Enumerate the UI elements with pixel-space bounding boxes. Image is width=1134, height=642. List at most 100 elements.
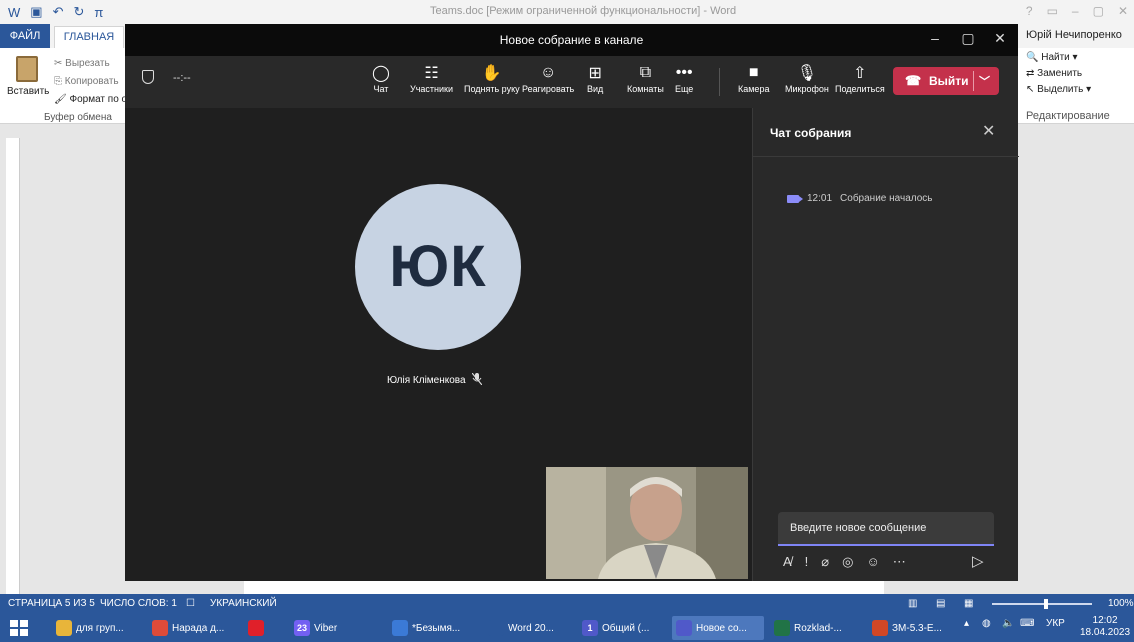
cut-button[interactable]: ✂ Вырезать: [54, 58, 110, 69]
restore-icon[interactable]: ▢: [1093, 4, 1104, 18]
taskbar-item-label: Word 20...: [508, 622, 554, 634]
folder-icon: [56, 620, 72, 636]
toolbar-button-react[interactable]: ☺ Реагировать: [522, 62, 574, 94]
toolbar-label: Участники: [410, 84, 453, 94]
leave-divider: [973, 71, 974, 91]
status-bar: СТРАНИЦА 5 ИЗ 5 ЧИСЛО СЛОВ: 1 ☐ УКРАИНСК…: [0, 594, 1134, 614]
clock-time: 12:02: [1092, 615, 1118, 626]
taskbar-item[interactable]: *Безымя...: [388, 616, 478, 640]
toolbar-button-rooms[interactable]: ⧉ Комнаты: [627, 62, 664, 94]
print-layout-icon[interactable]: ▤: [936, 598, 945, 609]
volume-icon[interactable]: 🔈: [1002, 618, 1014, 629]
shield-icon[interactable]: [142, 70, 154, 84]
microphone-icon: 🎙: [796, 65, 818, 82]
send-icon[interactable]: ▷: [972, 552, 984, 570]
emoji-icon[interactable]: ☺: [866, 554, 879, 570]
save-icon[interactable]: ▣: [30, 4, 42, 20]
find-button[interactable]: 🔍 Найти ▾: [1026, 52, 1130, 63]
priority-icon[interactable]: !: [805, 554, 809, 570]
share-icon: ⇧: [853, 65, 867, 82]
word-app-icon: W: [8, 4, 21, 20]
proofing-icon[interactable]: ☐: [186, 598, 195, 609]
toolbar-button-camera[interactable]: ■ Камера: [738, 62, 769, 94]
participant-avatar[interactable]: ЮК: [355, 184, 521, 350]
zoom-slider-thumb[interactable]: [1044, 599, 1048, 609]
equation-icon[interactable]: π: [94, 5, 103, 20]
web-layout-icon[interactable]: ▦: [964, 598, 973, 609]
page-count[interactable]: СТРАНИЦА 5 ИЗ 5: [8, 598, 95, 609]
input-language[interactable]: УКР: [1046, 618, 1065, 629]
toolbar-button-view[interactable]: ⊞ Вид: [587, 62, 603, 94]
taskbar-item[interactable]: Новое со...: [672, 616, 764, 640]
format-painter-button[interactable]: 🖌 Формат по о: [54, 94, 127, 105]
close-icon[interactable]: ✕: [1118, 4, 1128, 18]
zoom-slider[interactable]: [992, 603, 1092, 605]
attach-icon[interactable]: ⌀: [821, 554, 829, 570]
system-clock[interactable]: 12:02 18.04.2023: [1080, 615, 1130, 639]
start-button[interactable]: [10, 620, 28, 636]
chevron-down-icon[interactable]: ﹀: [979, 73, 990, 89]
taskbar-item-label: Общий (...: [602, 622, 650, 634]
keyboard-icon[interactable]: ⌨: [1020, 618, 1034, 629]
paste-icon[interactable]: [16, 56, 38, 82]
select-label: Выделить: [1037, 84, 1084, 95]
toolbar-button-raise-hand[interactable]: ✋ Поднять руку: [464, 62, 520, 94]
minimize-icon[interactable]: –: [925, 30, 945, 46]
close-icon[interactable]: ✕: [982, 121, 995, 141]
help-icon[interactable]: ?: [1026, 4, 1033, 18]
replace-button[interactable]: ⇄ Заменить: [1026, 68, 1130, 79]
read-mode-icon[interactable]: ▥: [908, 598, 917, 609]
toolbar-button-participants[interactable]: ☷ Участники: [410, 62, 453, 94]
paste-button[interactable]: Вставить: [7, 86, 49, 97]
taskbar-item[interactable]: 23 Viber: [290, 616, 380, 640]
participant-name-tag: Юлія Кліменкова: [387, 372, 483, 388]
taskbar-item[interactable]: Word 20...: [484, 616, 572, 640]
close-icon[interactable]: ✕: [990, 30, 1010, 47]
taskbar-item[interactable]: [244, 616, 284, 640]
toolbar-button-microphone[interactable]: 🎙 Микрофон: [785, 62, 829, 94]
signed-in-user[interactable]: Юрій Нечипоренко: [1026, 29, 1122, 41]
taskbar-item[interactable]: Нарада д...: [148, 616, 238, 640]
chat-panel-title: Чат собрания: [770, 126, 852, 140]
participants-icon: ☷: [424, 65, 439, 82]
self-video-preview[interactable]: [546, 467, 748, 579]
format-icon[interactable]: A̸: [783, 554, 792, 570]
event-text: Собрание началось: [840, 193, 933, 204]
meeting-stage: ЮК Юлія Кліменкова: [125, 108, 752, 581]
maximize-icon[interactable]: ▢: [958, 30, 978, 47]
copy-button[interactable]: ⎘ Копировать: [54, 76, 119, 87]
toolbar-label: Поделиться: [835, 84, 885, 94]
chat-message-input[interactable]: Введите новое сообщение: [778, 512, 994, 546]
taskbar-item[interactable]: Rozklad-...: [770, 616, 862, 640]
tab-home[interactable]: ГЛАВНАЯ: [54, 26, 124, 48]
word-window-controls: ? ▭ – ▢ ✕: [1026, 4, 1128, 18]
undo-icon[interactable]: ↶: [53, 4, 64, 20]
raise-hand-icon: ✋: [481, 65, 502, 82]
windows-taskbar: для груп... Нарада д... 23 Viber *Безымя... W…: [0, 614, 1134, 642]
redo-icon[interactable]: ↻: [73, 4, 84, 20]
tray-overflow-icon[interactable]: ▴: [964, 618, 969, 629]
tab-file[interactable]: ФАЙЛ: [0, 24, 50, 48]
meeting-timer: --:--: [173, 72, 191, 84]
network-icon[interactable]: ◍: [982, 618, 991, 629]
toolbar-label: Камера: [738, 84, 770, 94]
taskbar-item[interactable]: 1 Общий (...: [578, 616, 666, 640]
toolbar-button-chat[interactable]: ◯ Чат: [372, 62, 390, 94]
chat-icon: ◯: [372, 65, 390, 82]
select-button[interactable]: ↖ Выделить ▾: [1026, 84, 1130, 95]
teams-icon: [676, 620, 692, 636]
ribbon-display-icon[interactable]: ▭: [1047, 4, 1058, 18]
word-count[interactable]: ЧИСЛО СЛОВ: 1: [100, 598, 177, 609]
excel-icon: [774, 620, 790, 636]
language-indicator[interactable]: УКРАИНСКИЙ: [210, 598, 277, 609]
toolbar-label: Вид: [587, 84, 604, 94]
taskbar-item[interactable]: ЗМ-5.3-Е...: [868, 616, 958, 640]
zoom-level[interactable]: 100%: [1108, 598, 1134, 609]
toolbar-button-more[interactable]: ••• Еще: [675, 62, 693, 94]
leave-button[interactable]: ☎ Выйти ﹀: [893, 67, 999, 95]
toolbar-button-share[interactable]: ⇧ Поделиться: [835, 62, 885, 94]
loop-icon[interactable]: ◎: [842, 554, 853, 570]
more-options-icon[interactable]: ⋯: [893, 554, 906, 570]
taskbar-item[interactable]: для груп...: [52, 616, 142, 640]
minimize-icon[interactable]: –: [1072, 4, 1079, 18]
